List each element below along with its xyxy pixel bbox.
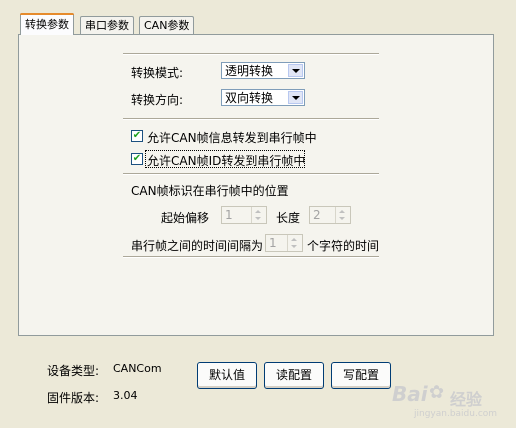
default-button[interactable]: 默认值 xyxy=(197,362,257,389)
arrow-down-icon xyxy=(255,217,261,220)
interval-stepper[interactable]: 1 xyxy=(265,234,303,252)
length-label: 长度 xyxy=(276,211,301,225)
direction-value: 双向转换 xyxy=(225,91,274,105)
read-config-button[interactable]: 读配置 xyxy=(264,362,324,389)
stepper-arrows[interactable] xyxy=(251,207,266,223)
watermark-brand: Bai xyxy=(392,382,428,406)
chevron-down-icon[interactable] xyxy=(288,91,303,104)
tab-convert-params[interactable]: 转换参数 xyxy=(20,13,74,35)
arrow-down-icon xyxy=(291,245,297,248)
length-stepper[interactable]: 2 xyxy=(309,206,351,224)
allow-id-checkbox[interactable]: ✔ xyxy=(131,153,143,165)
firmware-value: 3.04 xyxy=(113,389,138,402)
allow-info-checkbox[interactable]: ✔ xyxy=(131,130,143,142)
interval-value: 1 xyxy=(269,236,277,250)
firmware-label: 固件版本: xyxy=(47,391,100,405)
tab-label: 串口参数 xyxy=(85,19,129,32)
tab-label: CAN参数 xyxy=(144,19,190,32)
paw-icon: ✿ xyxy=(429,382,445,403)
mode-label: 转换模式: xyxy=(131,66,184,80)
mode-select[interactable]: 透明转换 xyxy=(221,62,305,79)
direction-select[interactable]: 双向转换 xyxy=(221,89,305,106)
write-config-button[interactable]: 写配置 xyxy=(331,362,391,389)
watermark-url: jingyan.baidu.com xyxy=(414,409,498,419)
separator xyxy=(123,256,379,258)
stepper-arrows[interactable] xyxy=(335,207,350,223)
separator xyxy=(123,53,379,55)
tab-can-params[interactable]: CAN参数 xyxy=(139,16,195,35)
tab-label: 转换参数 xyxy=(25,18,69,31)
arrow-down-icon xyxy=(339,217,345,220)
arrow-up-icon xyxy=(255,210,261,213)
stepper-arrows[interactable] xyxy=(287,235,302,251)
interval-suffix: 个字符的时间 xyxy=(307,239,380,253)
device-type-value: CANCom xyxy=(113,362,162,375)
position-heading: CAN帧标识在串行帧中的位置 xyxy=(131,184,289,198)
separator xyxy=(123,173,379,175)
length-value: 2 xyxy=(313,208,321,222)
tab-serial-params[interactable]: 串口参数 xyxy=(80,16,134,35)
allow-info-label[interactable]: 允许CAN帧信息转发到串行帧中 xyxy=(147,129,317,146)
arrow-up-icon xyxy=(291,238,297,241)
mode-value: 透明转换 xyxy=(225,64,274,78)
chevron-down-icon[interactable] xyxy=(288,64,303,77)
device-type-label: 设备类型: xyxy=(47,364,100,378)
watermark-suffix: 经验 xyxy=(450,390,483,409)
offset-label: 起始偏移 xyxy=(161,211,210,225)
separator xyxy=(123,118,379,120)
allow-id-label[interactable]: 允许CAN帧ID转发到串行帧中 xyxy=(147,152,305,169)
arrow-up-icon xyxy=(339,210,345,213)
offset-stepper[interactable]: 1 xyxy=(221,206,267,224)
offset-value: 1 xyxy=(225,208,233,222)
interval-prefix: 串行帧之间的时间间隔为 xyxy=(131,239,264,253)
direction-label: 转换方向: xyxy=(131,93,184,107)
